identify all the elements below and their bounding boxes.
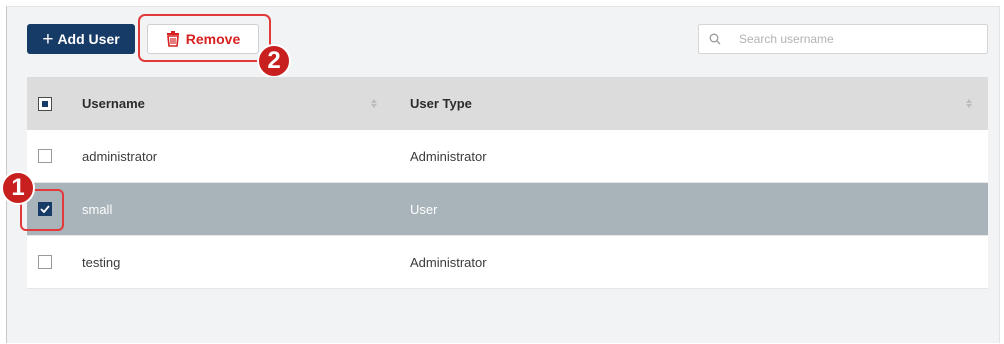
username-cell: administrator: [82, 148, 158, 164]
step-2-badge: 2: [257, 44, 291, 78]
user-type-cell: User: [410, 201, 438, 217]
table-row[interactable]: testing Administrator: [27, 236, 988, 289]
column-header-username[interactable]: Username: [82, 96, 145, 111]
table-row[interactable]: administrator Administrator: [27, 130, 988, 183]
search-box[interactable]: [698, 24, 988, 54]
row-checkbox[interactable]: [38, 255, 52, 269]
user-type-cell: Administrator: [410, 148, 487, 164]
users-table: Username User Type administrator Adminis…: [27, 77, 988, 289]
sort-user-type-icon[interactable]: [965, 99, 973, 108]
username-cell: testing: [82, 254, 121, 270]
row-checkbox[interactable]: [38, 149, 52, 163]
add-user-label: Add User: [57, 31, 120, 47]
add-user-button[interactable]: + Add User: [27, 24, 135, 54]
search-input[interactable]: [737, 31, 961, 47]
table-header-row: Username User Type: [27, 77, 988, 130]
user-type-cell: Administrator: [410, 254, 487, 270]
sort-username-icon[interactable]: [370, 99, 378, 108]
column-header-user-type[interactable]: User Type: [410, 96, 472, 111]
plus-icon: +: [42, 28, 54, 50]
username-cell: small: [82, 201, 113, 217]
table-row[interactable]: small User: [27, 183, 988, 236]
remove-highlight: [138, 14, 271, 62]
select-all-checkbox[interactable]: [38, 96, 52, 111]
step-1-badge: 1: [1, 171, 35, 205]
search-icon: [709, 33, 721, 45]
